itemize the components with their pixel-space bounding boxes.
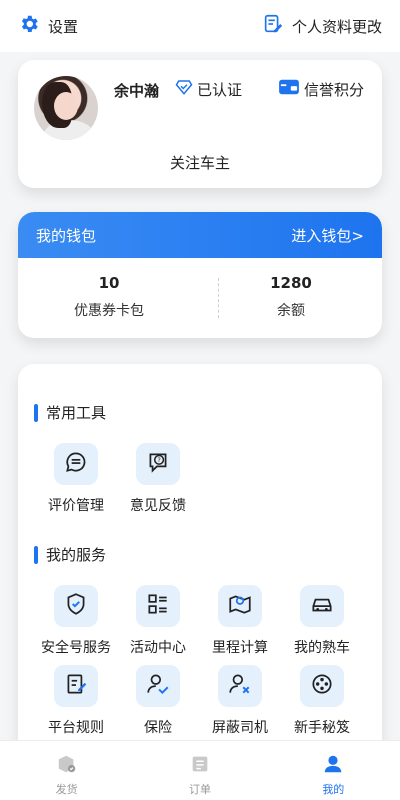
my-services-title: 我的服务 bbox=[34, 544, 106, 565]
map-pin-icon bbox=[227, 591, 253, 621]
balance-label: 余额 bbox=[277, 303, 305, 319]
service-activity-center[interactable]: 活动中心 bbox=[117, 585, 199, 657]
service-label: 活动中心 bbox=[130, 640, 186, 656]
tab-label: 我的 bbox=[322, 783, 345, 796]
tools-card: 常用工具 评价管理 ? 意见反馈 我的服务 安全号服务 活动中心 里程计算 我的… bbox=[18, 364, 382, 764]
order-list-icon bbox=[189, 753, 211, 779]
profile-edit-label: 个人资料更改 bbox=[291, 17, 382, 36]
credit-score-button[interactable]: 信誉积分 bbox=[278, 78, 364, 100]
top-bar: 设置 个人资料更改 bbox=[0, 0, 400, 52]
service-security-number[interactable]: 安全号服务 bbox=[35, 585, 117, 657]
tool-label: 意见反馈 bbox=[130, 498, 186, 514]
service-label: 里程计算 bbox=[212, 640, 268, 656]
tab-ship[interactable]: 发货 bbox=[0, 741, 133, 800]
common-tools-label: 常用工具 bbox=[46, 404, 107, 422]
box-truck-icon bbox=[56, 753, 78, 779]
diamond-icon bbox=[175, 78, 193, 100]
service-mileage-calc[interactable]: 里程计算 bbox=[199, 585, 281, 657]
shield-check-icon bbox=[63, 591, 89, 621]
avatar[interactable] bbox=[34, 76, 98, 140]
wallet-card-icon bbox=[278, 78, 300, 100]
comment-icon bbox=[63, 449, 89, 479]
car-icon bbox=[309, 591, 335, 621]
tab-label: 发货 bbox=[55, 783, 78, 796]
svg-text:?: ? bbox=[157, 456, 160, 464]
feedback-icon: ? bbox=[145, 449, 171, 479]
profile-icon bbox=[322, 753, 344, 779]
service-block-driver[interactable]: 屏蔽司机 bbox=[199, 665, 281, 737]
service-my-familiar-cars[interactable]: 我的熟车 bbox=[281, 585, 363, 657]
verified-badge: 已认证 bbox=[175, 78, 242, 100]
tool-review-management[interactable]: 评价管理 bbox=[35, 443, 117, 515]
tab-orders[interactable]: 订单 bbox=[133, 741, 266, 800]
wallet-card: 我的钱包 进入钱包> 10 优惠券卡包 1280 余额 bbox=[18, 212, 382, 338]
gear-icon bbox=[18, 13, 40, 39]
edit-document-icon bbox=[262, 13, 284, 39]
my-services-label: 我的服务 bbox=[46, 546, 107, 564]
tab-label: 订单 bbox=[188, 783, 211, 796]
verified-label: 已认证 bbox=[197, 80, 243, 99]
service-label: 屏蔽司机 bbox=[212, 720, 268, 736]
service-beginner-guide[interactable]: 新手秘笈 bbox=[281, 665, 363, 737]
user-check-icon bbox=[145, 671, 171, 701]
enter-wallet-link[interactable]: 进入钱包> bbox=[291, 225, 364, 246]
tool-label: 评价管理 bbox=[48, 498, 104, 514]
coupon-stat[interactable]: 10 优惠券卡包 bbox=[18, 274, 200, 320]
service-insurance[interactable]: 保险 bbox=[117, 665, 199, 737]
wallet-header: 我的钱包 进入钱包> bbox=[18, 212, 382, 258]
tool-feedback[interactable]: ? 意见反馈 bbox=[117, 443, 199, 515]
coupon-label: 优惠券卡包 bbox=[74, 303, 144, 319]
service-label: 安全号服务 bbox=[41, 640, 111, 656]
document-edit-icon bbox=[63, 671, 89, 701]
service-label: 我的熟车 bbox=[294, 640, 350, 656]
follow-owner-link[interactable]: 关注车主 bbox=[18, 152, 382, 173]
wallet-title: 我的钱包 bbox=[36, 226, 97, 245]
balance-stat[interactable]: 1280 余额 bbox=[200, 274, 382, 320]
list-grid-icon bbox=[145, 591, 171, 621]
service-platform-rules[interactable]: 平台规则 bbox=[35, 665, 117, 737]
credit-label: 信誉积分 bbox=[303, 80, 364, 99]
film-reel-icon bbox=[309, 671, 335, 701]
service-label: 平台规则 bbox=[48, 720, 104, 736]
user-card: 余中瀚 已认证 信誉积分 关注车主 bbox=[18, 60, 382, 188]
profile-edit-button[interactable]: 个人资料更改 bbox=[262, 13, 382, 39]
service-label: 新手秘笈 bbox=[294, 720, 350, 736]
balance-value: 1280 bbox=[270, 274, 312, 292]
settings-label: 设置 bbox=[48, 17, 79, 36]
common-tools-title: 常用工具 bbox=[34, 402, 106, 423]
tab-mine[interactable]: 我的 bbox=[267, 741, 400, 800]
user-name: 余中瀚 bbox=[114, 82, 160, 100]
settings-button[interactable]: 设置 bbox=[18, 13, 78, 39]
user-block-icon bbox=[227, 671, 253, 701]
bottom-tab-bar: 发货 订单 我的 bbox=[0, 740, 400, 800]
coupon-count: 10 bbox=[98, 274, 120, 292]
service-label: 保险 bbox=[144, 720, 172, 736]
